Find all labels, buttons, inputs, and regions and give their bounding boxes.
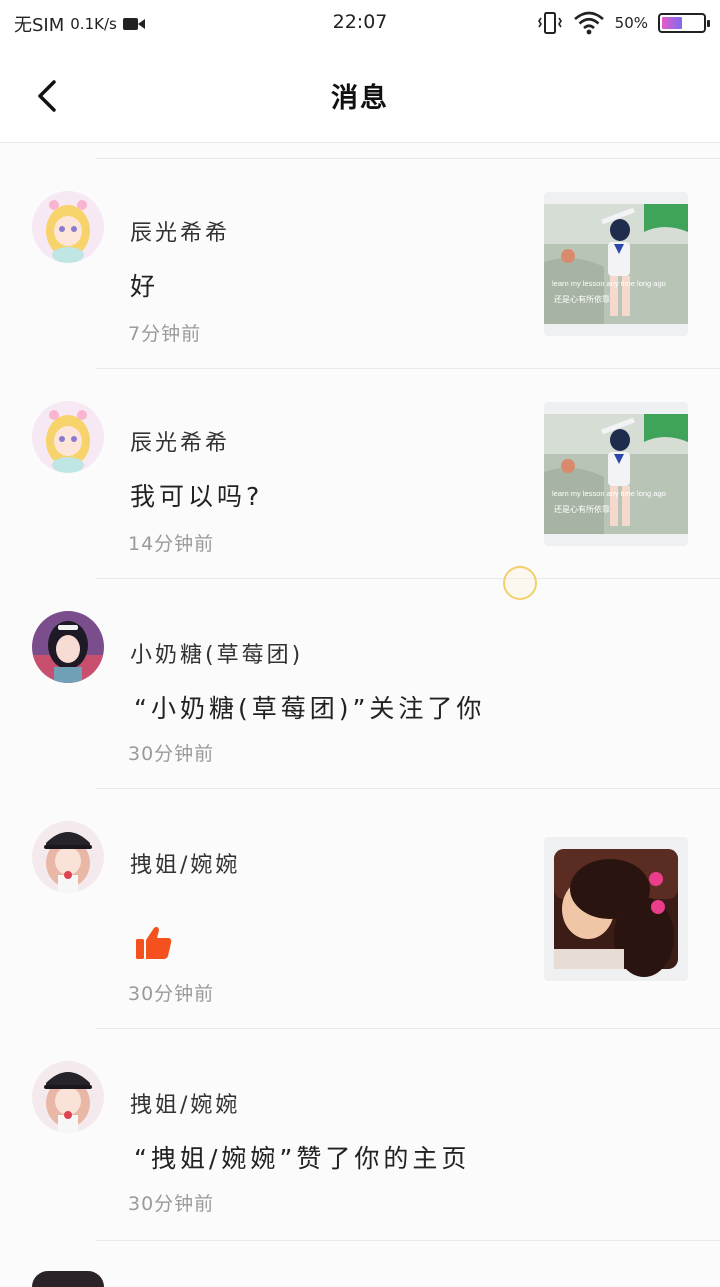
message-item[interactable]: 拽姐/婉婉 “拽姐/婉婉”赞了你的主页 30分钟前 <box>0 1029 720 1241</box>
page-title: 消息 <box>331 83 389 114</box>
thumbnail-caption-en: learn my lesson any time long ago <box>552 489 666 498</box>
thumbnail-caption-zh: 还是心有所依靠 <box>554 504 610 514</box>
avatar[interactable] <box>32 401 104 473</box>
anime-avatar-dark-hair <box>32 611 104 683</box>
avatar[interactable] <box>32 191 104 263</box>
touch-indicator <box>503 566 537 600</box>
message-text: 好 <box>130 272 160 301</box>
battery-fill <box>662 17 682 29</box>
status-right: 50% <box>537 10 710 36</box>
message-time: 30分钟前 <box>128 743 215 765</box>
message-time: 30分钟前 <box>128 1193 215 1215</box>
sender-name: 拽姐/婉婉 <box>130 1093 241 1118</box>
vibrate-icon <box>537 12 562 34</box>
avatar[interactable] <box>32 821 104 893</box>
message-text: “小奶糖(草莓团)”关注了你 <box>134 694 486 723</box>
anime-avatar-blonde <box>32 191 104 263</box>
anime-avatar-blonde <box>32 401 104 473</box>
status-bar: 无SIM 0.1K/s 22:07 50% <box>0 0 720 46</box>
thumbs-up-icon <box>136 926 172 959</box>
message-item[interactable]: 辰光希希 我可以吗? 14分钟前 learn my lesson any tim… <box>0 369 720 579</box>
message-item[interactable]: 小奶糖(草莓团) “小奶糖(草莓团)”关注了你 30分钟前 <box>0 579 720 789</box>
sender-name: 辰光希希 <box>130 431 231 456</box>
divider <box>96 1240 720 1241</box>
sender-name: 小奶糖(草莓团) <box>130 643 304 668</box>
post-thumbnail[interactable]: learn my lesson any time long ago 还是心有所依… <box>544 402 688 546</box>
message-text: “拽姐/婉婉”赞了你的主页 <box>134 1144 471 1173</box>
message-item[interactable]: 辰光希希 好 7分钟前 learn my lesson any time lon… <box>0 159 720 369</box>
battery-percent: 50% <box>614 14 648 32</box>
post-thumbnail[interactable]: learn my lesson any time long ago 还是心有所依… <box>544 192 688 336</box>
anime-avatar-cap <box>32 821 104 893</box>
avatar[interactable] <box>32 1271 104 1287</box>
message-time: 14分钟前 <box>128 533 215 555</box>
thumbnail-caption-en: learn my lesson any time long ago <box>552 279 666 288</box>
message-time: 7分钟前 <box>128 323 202 345</box>
photo-thumbnail-image <box>554 849 678 977</box>
anime-avatar-cap <box>32 1061 104 1133</box>
video-thumbnail-image: learn my lesson any time long ago 还是心有所依… <box>544 414 688 534</box>
wifi-icon <box>573 11 604 35</box>
avatar[interactable] <box>32 1061 104 1133</box>
sender-name: 辰光希希 <box>130 221 231 246</box>
app-header: 消息 <box>0 46 720 143</box>
battery-icon <box>658 13 710 33</box>
post-thumbnail[interactable] <box>544 837 688 981</box>
video-thumbnail-image: learn my lesson any time long ago 还是心有所依… <box>544 204 688 324</box>
message-item[interactable]: 拽姐/婉婉 30分钟前 <box>0 789 720 1029</box>
message-text: 我可以吗? <box>130 482 264 511</box>
avatar[interactable] <box>32 611 104 683</box>
message-time: 30分钟前 <box>128 983 215 1005</box>
thumbnail-caption-zh: 还是心有所依靠 <box>554 294 610 304</box>
sender-name: 拽姐/婉婉 <box>130 853 241 878</box>
